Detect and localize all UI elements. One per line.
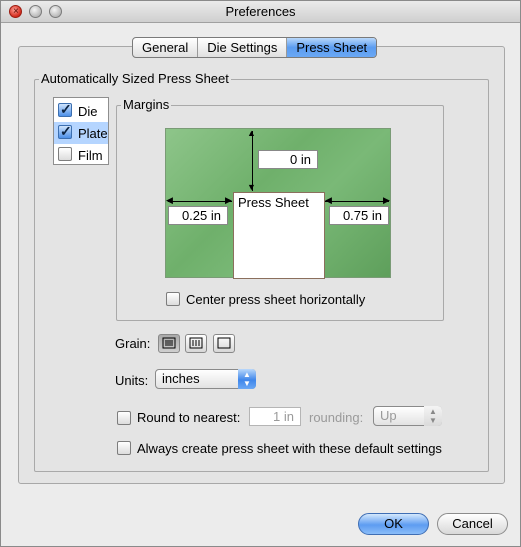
popup-arrows-icon: ▲ ▼	[424, 406, 442, 426]
checkmark-icon: ✓	[60, 101, 72, 117]
round-to-nearest-field[interactable]: 1 in	[249, 407, 301, 426]
tab-bar: General Die Settings Press Sheet	[132, 37, 378, 58]
no-grain-icon	[217, 337, 231, 349]
round-to-nearest-checkbox[interactable]	[117, 411, 131, 425]
checkmark-icon: ✓	[60, 123, 72, 139]
arrow-right-icon: ▶	[225, 195, 232, 205]
arrow-left-icon: ◀	[325, 195, 332, 205]
horizontal-grain-button[interactable]	[158, 334, 180, 353]
arrow-right-icon: ▶	[383, 195, 390, 205]
always-create-checkbox[interactable]	[117, 441, 131, 455]
horizontal-grain-icon	[162, 337, 176, 349]
tab-die-settings[interactable]: Die Settings	[198, 38, 288, 57]
window-title: Preferences	[225, 4, 296, 19]
sheet-type-list: ✓ Die ✓ Plate Film	[53, 97, 109, 165]
margins-group-label: Margins	[121, 97, 172, 112]
units-value: inches	[162, 371, 200, 386]
cancel-button[interactable]: Cancel	[437, 513, 508, 535]
film-label: Film	[78, 148, 103, 163]
center-horizontally-label: Center press sheet horizontally	[186, 292, 366, 307]
auto-sized-group-label: Automatically Sized Press Sheet	[39, 71, 231, 86]
round-to-nearest-label: Round to nearest:	[137, 410, 241, 425]
right-margin-arrow-icon	[325, 201, 389, 202]
press-sheet-label: Press Sheet	[238, 195, 309, 210]
grain-label: Grain:	[115, 336, 151, 351]
top-margin-field[interactable]: 0 in	[258, 150, 318, 169]
popup-arrows-icon: ▲ ▼	[238, 369, 256, 389]
always-create-label: Always create press sheet with these def…	[137, 441, 442, 456]
plate-label: Plate	[78, 126, 108, 141]
film-checkbox[interactable]	[58, 147, 72, 161]
tab-press-sheet[interactable]: Press Sheet	[287, 38, 377, 57]
list-item-die[interactable]: ✓ Die	[54, 100, 108, 122]
list-item-plate[interactable]: ✓ Plate	[54, 122, 108, 144]
title-bar[interactable]: × Preferences	[1, 1, 520, 23]
margins-diagram: Press Sheet ▲ ▼ ◀ ▶ ◀ ▶ 0 in 0.25 in 0.7…	[165, 128, 391, 279]
ok-button[interactable]: OK	[358, 513, 429, 535]
vertical-grain-icon	[189, 337, 203, 349]
tab-general[interactable]: General	[133, 38, 199, 57]
plate-checkbox[interactable]: ✓	[58, 123, 72, 139]
right-margin-field[interactable]: 0.75 in	[329, 206, 389, 225]
units-label: Units:	[115, 373, 149, 388]
arrow-up-icon: ▲	[247, 128, 256, 138]
rounding-value: Up	[380, 408, 397, 423]
no-grain-button[interactable]	[213, 334, 235, 353]
rounding-popup[interactable]: Up ▲ ▼	[373, 406, 442, 426]
center-horizontally-checkbox[interactable]	[166, 292, 180, 306]
units-popup[interactable]: inches ▲ ▼	[155, 369, 256, 389]
arrow-left-icon: ◀	[166, 195, 173, 205]
vertical-grain-button[interactable]	[185, 334, 207, 353]
die-checkbox[interactable]: ✓	[58, 101, 72, 117]
rounding-label: rounding:	[309, 410, 364, 425]
left-margin-field[interactable]: 0.25 in	[168, 206, 228, 225]
preferences-window: × Preferences General Die Settings Press…	[0, 0, 521, 547]
die-label: Die	[78, 104, 98, 119]
list-item-film[interactable]: Film	[54, 144, 108, 166]
press-sheet-preview: Press Sheet	[233, 192, 325, 279]
left-margin-arrow-icon	[168, 201, 232, 202]
arrow-down-icon: ▼	[247, 182, 256, 192]
